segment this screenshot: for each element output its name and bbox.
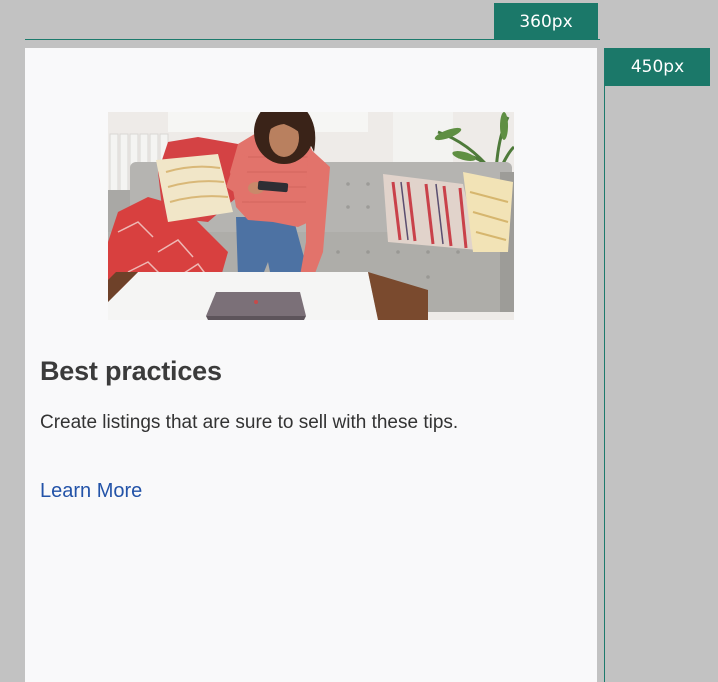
height-dimension-line [604, 48, 605, 682]
card-description: Create listings that are sure to sell wi… [40, 412, 459, 433]
height-dimension-label: 450px [605, 48, 710, 86]
width-dimension-label: 360px [494, 3, 598, 40]
hero-image [108, 112, 514, 320]
best-practices-card: Best practices Create listings that are … [25, 48, 597, 682]
learn-more-link[interactable]: Learn More [40, 480, 142, 503]
card-title: Best practices [40, 356, 222, 386]
